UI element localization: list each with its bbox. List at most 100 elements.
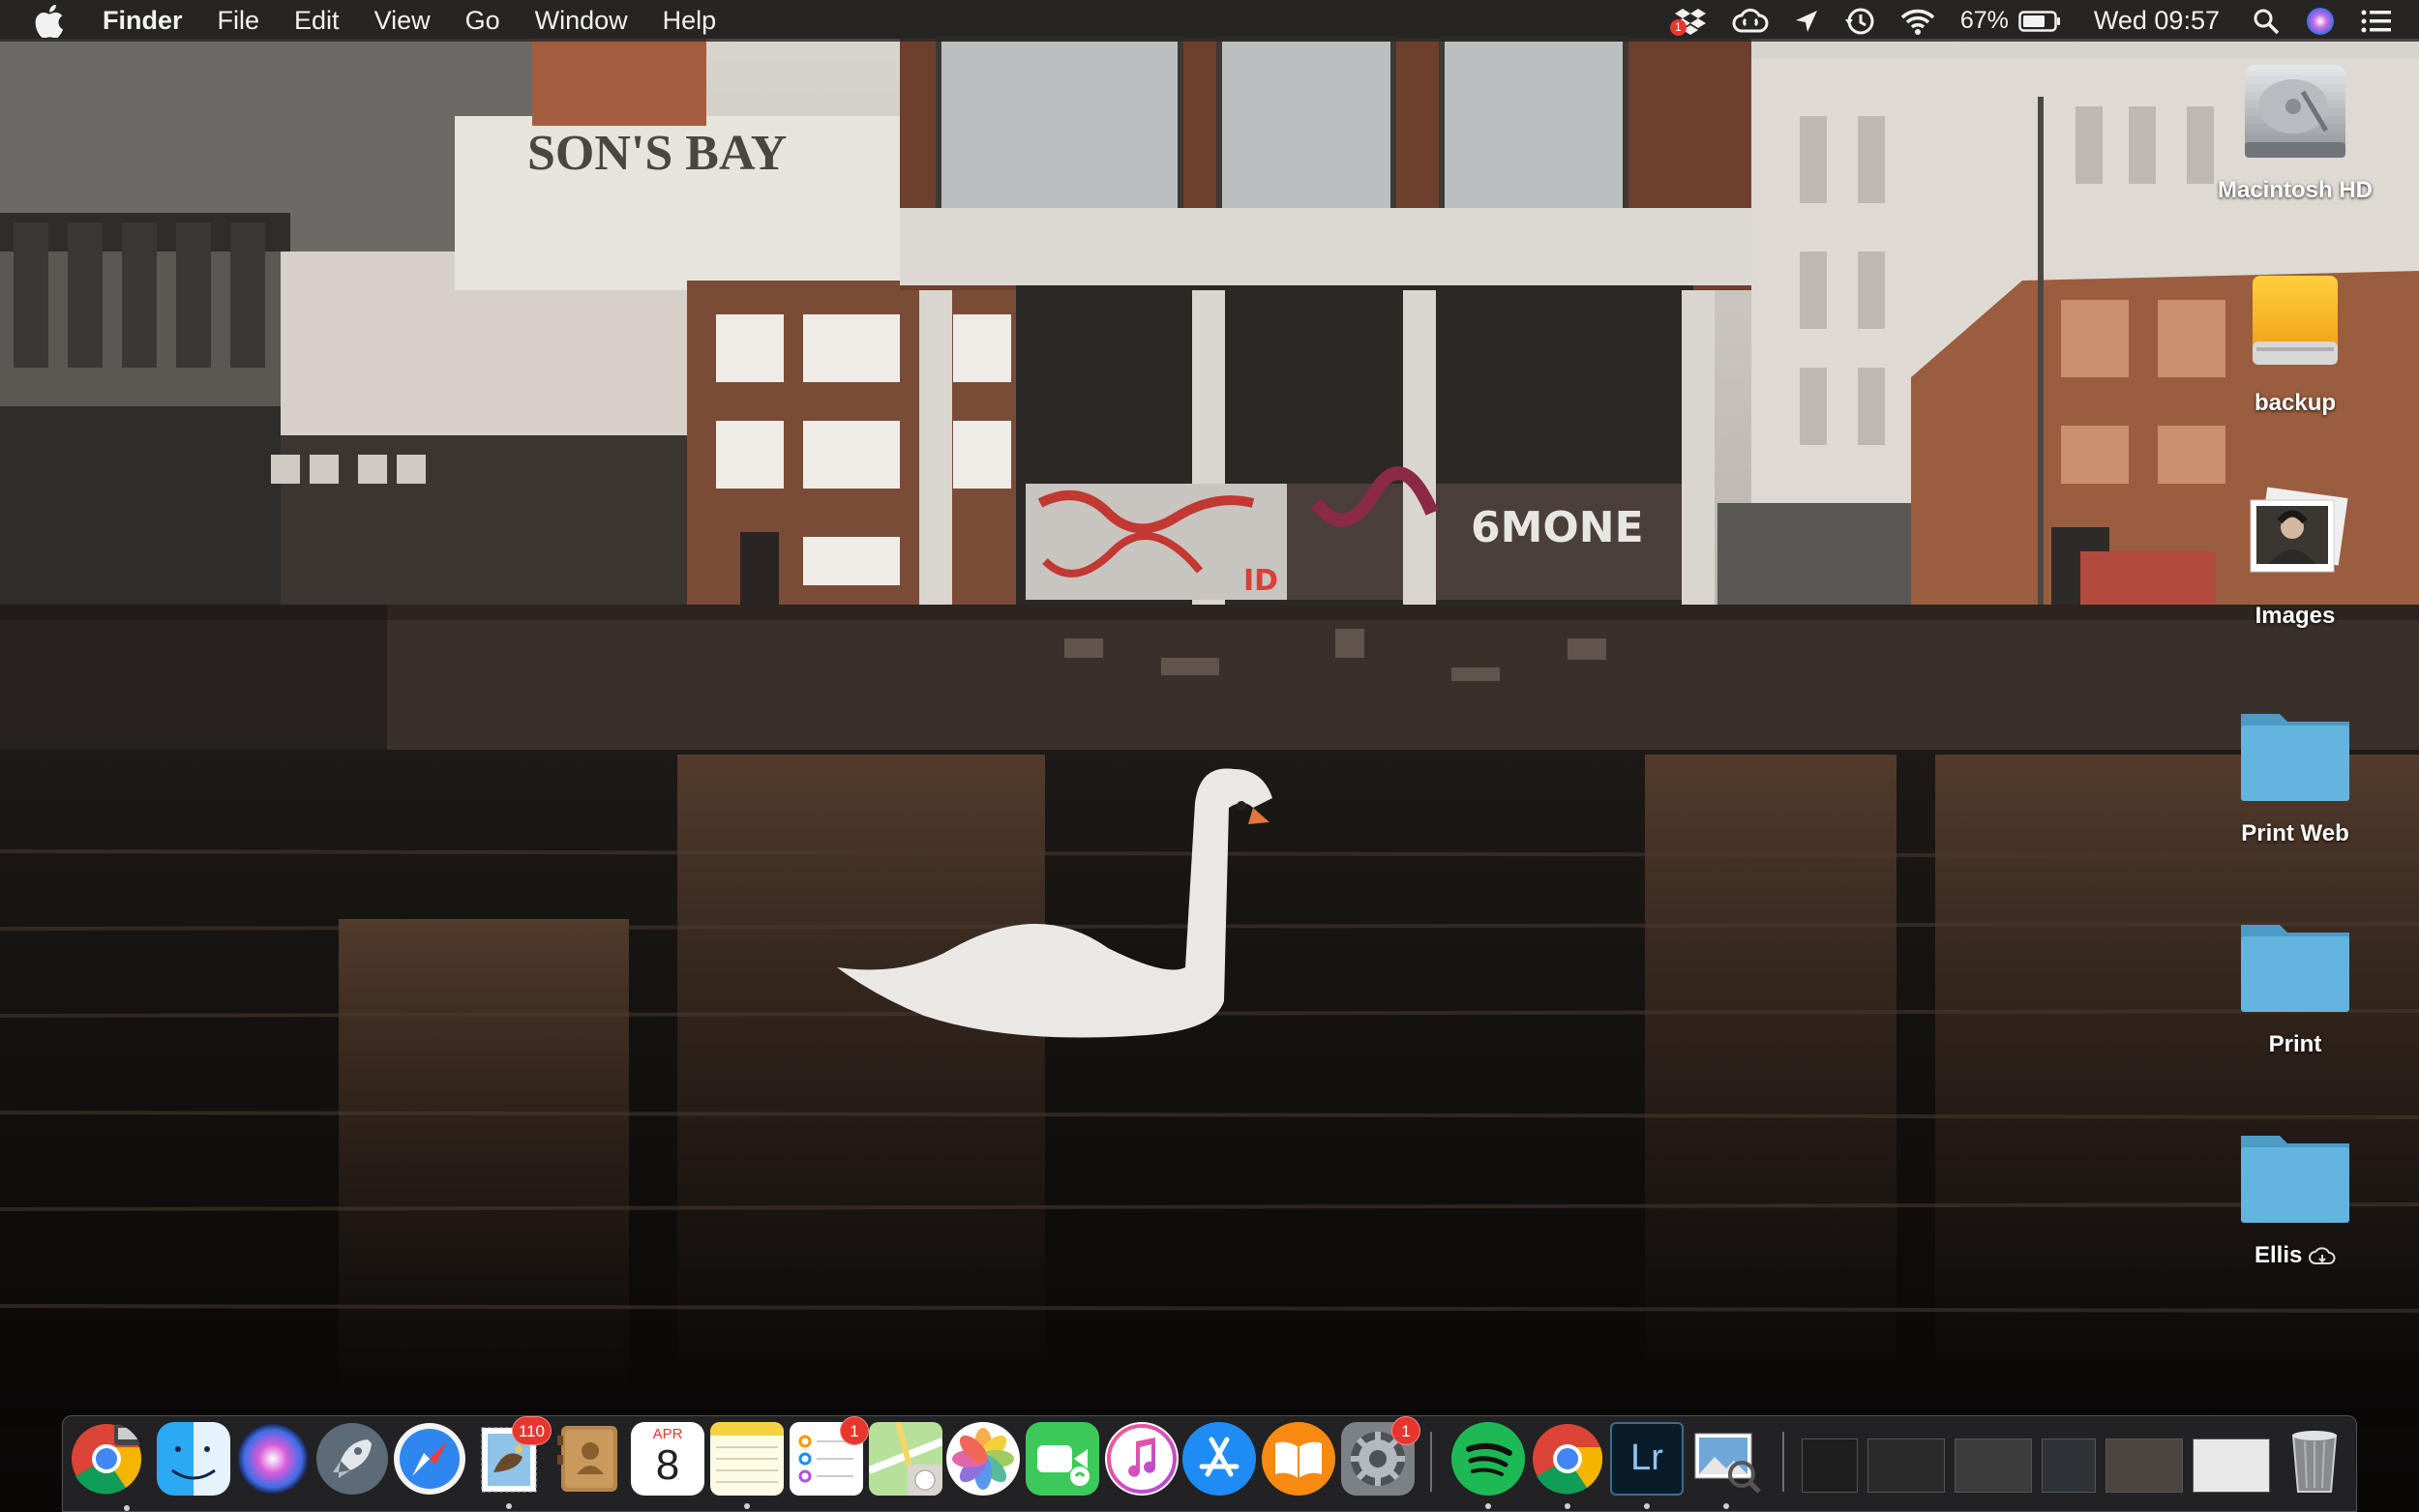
dock-app-launchpad[interactable]	[315, 1422, 389, 1496]
wifi-icon[interactable]	[1900, 0, 1935, 42]
spotify-icon	[1451, 1422, 1525, 1496]
notification-badge: 1	[840, 1416, 869, 1445]
hard-drive-icon	[2237, 53, 2353, 169]
dock-app-siri[interactable]	[236, 1422, 310, 1496]
time-machine-icon[interactable]	[1844, 0, 1875, 42]
dock-app-preview[interactable]	[1689, 1422, 1763, 1509]
siri-icon[interactable]	[2305, 0, 2336, 42]
photo-stack-icon	[2237, 479, 2353, 595]
photos-flower-icon	[946, 1422, 1020, 1496]
lightroom-text: Lr	[1630, 1438, 1663, 1478]
dock-app-maps[interactable]	[869, 1422, 942, 1496]
menu-view[interactable]: View	[374, 0, 431, 42]
battery-icon[interactable]	[2018, 0, 2061, 42]
desktop-icon-label: Ellis	[2254, 1242, 2303, 1268]
dock-app-facetime[interactable]	[1026, 1422, 1099, 1496]
dock-app-contacts[interactable]	[552, 1422, 625, 1496]
menu-window[interactable]: Window	[535, 0, 628, 42]
desktop-icon-images[interactable]: Images	[2198, 479, 2392, 630]
menu-edit[interactable]: Edit	[294, 0, 340, 42]
reminders-icon: 1	[790, 1416, 869, 1496]
minimized-window-thumbnail[interactable]	[2193, 1438, 2270, 1493]
dock-app-app-store[interactable]	[1182, 1422, 1256, 1496]
minimized-window-thumbnail[interactable]	[1867, 1438, 1945, 1493]
dock-app-mail[interactable]: 110	[472, 1416, 552, 1509]
desktop-icon-print[interactable]: Print	[2198, 907, 2392, 1058]
external-drive-icon	[2237, 266, 2353, 382]
desktop-icon-label-row: Ellis	[2198, 1242, 2392, 1269]
calendar-month: APR	[652, 1426, 683, 1442]
chrome-icon	[70, 1422, 143, 1496]
music-note-icon	[1105, 1422, 1179, 1496]
rocket-icon	[315, 1422, 389, 1496]
calendar-day: 8	[655, 1441, 680, 1489]
desktop-icon-backup[interactable]: backup	[2198, 266, 2392, 417]
notification-badge: 1	[1391, 1416, 1420, 1445]
dock-app-system-preferences[interactable]: 1	[1341, 1416, 1420, 1496]
dock-app-calendar[interactable]: APR 8	[631, 1422, 704, 1496]
dock-app-spotify[interactable]	[1451, 1422, 1525, 1509]
video-camera-icon	[1026, 1422, 1099, 1496]
minimized-window-thumbnail[interactable]	[2105, 1438, 2183, 1493]
location-arrow-icon[interactable]	[1794, 0, 1819, 42]
dock-separator	[1782, 1432, 1784, 1492]
desktop-icon-label: Print	[2268, 1031, 2322, 1057]
wallpaper-sign: SON'S BAY	[527, 126, 787, 181]
dropbox-icon[interactable]: 1	[1669, 0, 1707, 42]
battery-percent[interactable]: 67%	[1960, 0, 2009, 42]
folder-icon	[2237, 1118, 2353, 1234]
running-indicator	[124, 1505, 130, 1511]
icloud-download-icon[interactable]	[2309, 1247, 2336, 1266]
running-indicator	[1565, 1503, 1570, 1509]
dock-separator	[1430, 1432, 1432, 1492]
running-indicator	[506, 1503, 512, 1509]
desktop-icon-label: Print Web	[2241, 820, 2349, 846]
notification-center-icon[interactable]	[2361, 0, 2392, 42]
compass-icon	[393, 1422, 466, 1496]
stamp-icon: 110	[472, 1416, 552, 1496]
dock-app-itunes[interactable]	[1105, 1422, 1179, 1496]
folder-icon	[2237, 697, 2353, 813]
running-indicator	[1723, 1503, 1729, 1509]
dock-trash[interactable]	[2278, 1422, 2351, 1496]
dock-app-lightroom[interactable]: Lr	[1610, 1422, 1684, 1509]
dock-app-ibooks[interactable]	[1262, 1422, 1335, 1496]
spotlight-search-icon[interactable]	[2253, 0, 2280, 42]
map-icon	[869, 1422, 942, 1496]
minimized-window-thumbnail[interactable]	[2042, 1438, 2096, 1493]
running-indicator	[1644, 1503, 1650, 1509]
menu-go[interactable]: Go	[465, 0, 500, 42]
dock-app-finder[interactable]	[157, 1422, 230, 1496]
running-indicator	[1485, 1503, 1491, 1509]
address-book-icon	[552, 1422, 625, 1496]
desktop-wallpaper: SON'S BAY 6MONE ID	[0, 0, 2419, 1512]
desktop-icon-macintosh-hd[interactable]: Macintosh HD	[2198, 53, 2392, 204]
wallpaper-graffiti: 6MONE	[1471, 503, 1644, 552]
apple-icon[interactable]	[35, 0, 74, 42]
minimized-window-thumbnail[interactable]	[1955, 1438, 2032, 1493]
minimized-window-thumbnail[interactable]	[1802, 1438, 1858, 1493]
lightroom-icon: Lr	[1610, 1422, 1684, 1496]
desktop-icon-ellis[interactable]: Ellis	[2198, 1118, 2392, 1269]
dock-app-photos[interactable]	[946, 1422, 1020, 1496]
notes-icon	[710, 1422, 784, 1496]
menu-app-name[interactable]: Finder	[103, 0, 183, 42]
dock-app-chrome-remote[interactable]	[70, 1422, 143, 1511]
desktop-icon-label: Images	[2255, 603, 2336, 629]
book-icon	[1262, 1422, 1335, 1496]
dock-app-reminders[interactable]: 1	[790, 1416, 869, 1496]
dock-app-chrome[interactable]	[1531, 1422, 1604, 1509]
dock-app-notes[interactable]	[710, 1422, 784, 1509]
desktop-icon-print-web[interactable]: Print Web	[2198, 697, 2392, 847]
calendar-icon: APR 8	[631, 1422, 704, 1496]
menu-file[interactable]: File	[218, 0, 260, 42]
menu-clock[interactable]: Wed 09:57	[2094, 0, 2220, 42]
desktop-icon-label: Macintosh HD	[2217, 177, 2373, 203]
creative-cloud-icon[interactable]	[1732, 0, 1769, 42]
siri-icon	[236, 1422, 310, 1496]
folder-icon	[2237, 907, 2353, 1023]
dropbox-badge: 1	[1669, 19, 1687, 36]
gear-icon: 1	[1341, 1416, 1420, 1496]
menu-help[interactable]: Help	[663, 0, 717, 42]
dock-app-safari[interactable]	[393, 1422, 466, 1496]
